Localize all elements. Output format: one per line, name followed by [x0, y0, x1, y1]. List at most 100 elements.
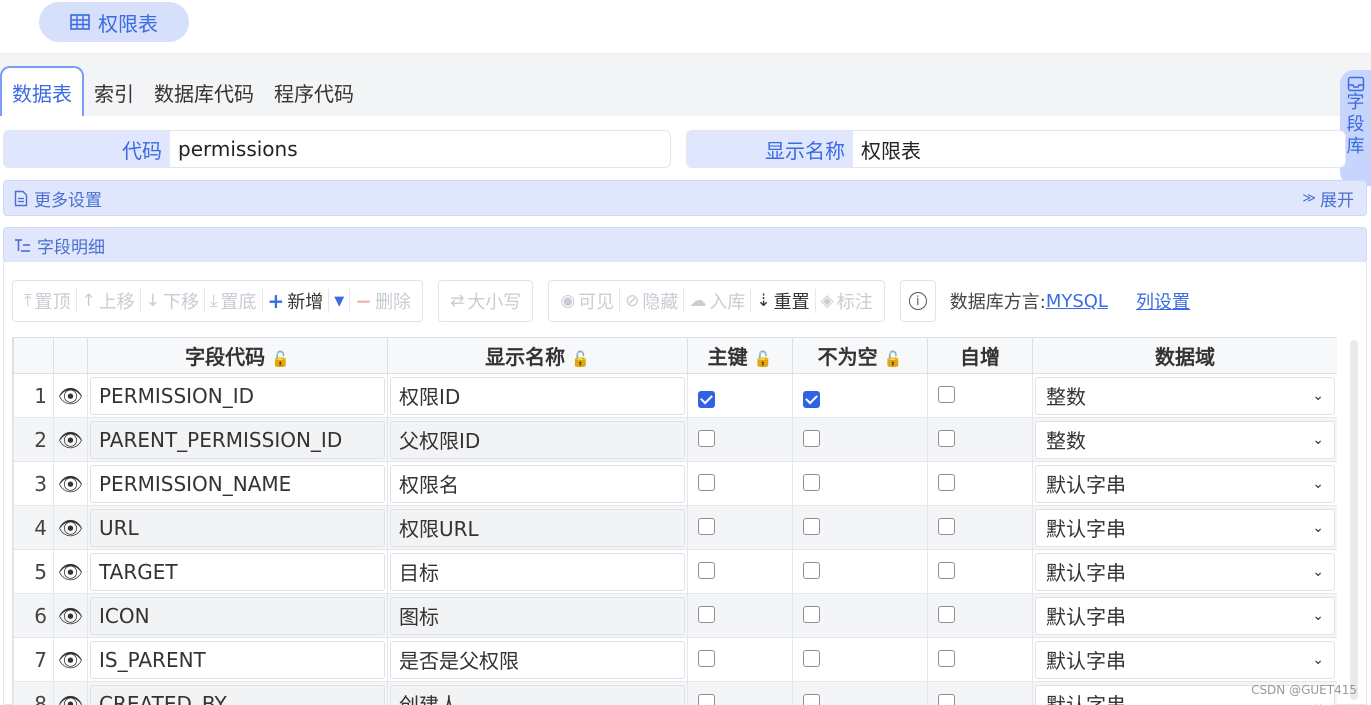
auto-checkbox[interactable]: [938, 473, 955, 491]
more-settings-bar[interactable]: 更多设置 ≫ 展开: [3, 180, 1367, 216]
notnull-checkbox[interactable]: [803, 429, 820, 447]
auto-checkbox[interactable]: [938, 517, 955, 535]
move-up-button[interactable]: ↑ 上移: [77, 289, 141, 313]
eye-icon[interactable]: 👁: [58, 472, 83, 496]
eye-icon[interactable]: 👁: [58, 384, 83, 408]
domain-select[interactable]: 整数 ⌄: [1035, 420, 1335, 459]
field-code-input[interactable]: PARENT_PERMISSION_ID: [90, 420, 385, 459]
eye-icon[interactable]: 👁: [58, 560, 83, 584]
domain-value: 默认字串: [1046, 649, 1126, 673]
notnull-checkbox[interactable]: [803, 605, 820, 623]
field-code-input[interactable]: URL: [90, 508, 385, 547]
unlock-icon[interactable]: 🔓: [884, 350, 903, 368]
pk-checkbox[interactable]: [698, 517, 715, 535]
domain-select[interactable]: 默认字串 ⌄: [1035, 508, 1335, 547]
field-name-input[interactable]: 图标: [390, 596, 685, 635]
table-tab[interactable]: 权限表: [39, 2, 189, 42]
display-name-input[interactable]: 权限表: [853, 131, 1345, 167]
auto-checkbox[interactable]: [938, 429, 955, 447]
domain-select[interactable]: 整数 ⌄: [1035, 376, 1335, 415]
header-code-label: 字段代码: [185, 345, 266, 369]
notnull-checkbox[interactable]: [803, 693, 820, 705]
field-library-tab[interactable]: 字 段 库: [1340, 70, 1371, 186]
field-code-input[interactable]: IS_PARENT: [90, 640, 385, 679]
notnull-checkbox[interactable]: [803, 390, 820, 408]
dialect-link[interactable]: MYSQL: [1046, 291, 1108, 312]
field-code-input[interactable]: TARGET: [90, 552, 385, 591]
table-row[interactable]: 1 👁 PERMISSION_ID 权限ID 整数 ⌄: [13, 373, 1337, 418]
table-row[interactable]: 8 👁 CREATED_BY 创建人 默认字串 ⌄: [13, 681, 1337, 705]
table-row[interactable]: 2 👁 PARENT_PERMISSION_ID 父权限ID 整数 ⌄: [13, 417, 1337, 462]
pk-checkbox[interactable]: [698, 649, 715, 667]
eye-icon[interactable]: 👁: [58, 516, 83, 540]
tab-db-code[interactable]: 数据库代码: [144, 68, 264, 116]
pk-checkbox[interactable]: [698, 561, 715, 579]
notnull-checkbox[interactable]: [803, 517, 820, 535]
pk-checkbox[interactable]: [698, 473, 715, 491]
notnull-checkbox[interactable]: [803, 561, 820, 579]
mark-button[interactable]: ◈ 标注: [816, 289, 878, 313]
vertical-scrollbar[interactable]: [1350, 340, 1358, 700]
pk-checkbox[interactable]: [698, 605, 715, 623]
add-button[interactable]: + 新增: [263, 289, 330, 313]
field-name-input[interactable]: 权限URL: [390, 508, 685, 547]
move-down-button[interactable]: ↓ 下移: [141, 289, 206, 313]
auto-checkbox[interactable]: [938, 605, 955, 623]
domain-select[interactable]: 默认字串 ⌄: [1035, 464, 1335, 503]
tab-program-code[interactable]: 程序代码: [264, 68, 364, 116]
eye-icon[interactable]: 👁: [58, 604, 83, 628]
eye-icon[interactable]: 👁: [58, 648, 83, 672]
domain-select[interactable]: 默认字串 ⌄: [1035, 640, 1335, 679]
auto-checkbox[interactable]: [938, 561, 955, 579]
case-button[interactable]: ⇄ 大小写: [445, 289, 526, 313]
notnull-cell: [792, 505, 928, 550]
notnull-checkbox[interactable]: [803, 473, 820, 491]
info-button[interactable]: i: [899, 280, 936, 322]
auto-checkbox[interactable]: [938, 385, 955, 403]
add-dropdown-button[interactable]: ▼: [329, 289, 351, 313]
store-button[interactable]: ☁ 入库: [684, 289, 752, 313]
table-row[interactable]: 6 👁 ICON 图标 默认字串 ⌄: [13, 593, 1337, 638]
field-name-input[interactable]: 权限ID: [390, 376, 685, 415]
auto-checkbox[interactable]: [938, 649, 955, 667]
field-code-input[interactable]: ICON: [90, 596, 385, 635]
pk-checkbox[interactable]: [698, 693, 715, 705]
unlock-icon[interactable]: 🔓: [754, 350, 773, 368]
move-top-button[interactable]: ⤒ 置顶: [19, 289, 77, 313]
display-name-field: 显示名称 权限表: [686, 130, 1346, 168]
field-name-input[interactable]: 父权限ID: [390, 420, 685, 459]
field-name-input[interactable]: 权限名: [390, 464, 685, 503]
notnull-checkbox[interactable]: [803, 649, 820, 667]
domain-select[interactable]: 默认字串 ⌄: [1035, 596, 1335, 635]
chevron-down-icon: ⌄: [1312, 607, 1324, 624]
field-code-input[interactable]: PERMISSION_ID: [90, 376, 385, 415]
hide-button[interactable]: ⊘ 隐藏: [620, 289, 685, 313]
table-row[interactable]: 7 👁 IS_PARENT 是否是父权限 默认字串 ⌄: [13, 637, 1337, 682]
reset-button[interactable]: ⇣ 重置: [751, 289, 816, 313]
move-bottom-button[interactable]: ⤓ 置底: [205, 289, 263, 313]
field-code-input[interactable]: PERMISSION_NAME: [90, 464, 385, 503]
visible-button[interactable]: ◉ 可见: [555, 289, 621, 313]
field-name-input[interactable]: 是否是父权限: [390, 640, 685, 679]
table-row[interactable]: 5 👁 TARGET 目标 默认字串 ⌄: [13, 549, 1337, 594]
tab-data-table[interactable]: 数据表: [0, 66, 84, 116]
row-eye-cell: 👁: [53, 549, 88, 594]
expand-button[interactable]: ≫ 展开: [1302, 186, 1354, 211]
unlock-icon[interactable]: 🔓: [271, 350, 290, 368]
table-row[interactable]: 3 👁 PERMISSION_NAME 权限名 默认字串 ⌄: [13, 461, 1337, 506]
field-code-input[interactable]: CREATED_BY: [90, 684, 385, 705]
pk-checkbox[interactable]: [698, 390, 715, 408]
code-input[interactable]: permissions: [170, 131, 670, 167]
eye-icon[interactable]: 👁: [58, 428, 83, 452]
tab-index[interactable]: 索引: [84, 68, 144, 116]
field-name-input[interactable]: 目标: [390, 552, 685, 591]
column-settings-link[interactable]: 列设置: [1136, 288, 1190, 314]
auto-checkbox[interactable]: [938, 693, 955, 705]
unlock-icon[interactable]: 🔓: [571, 350, 590, 368]
delete-button[interactable]: − 删除: [350, 289, 416, 313]
pk-checkbox[interactable]: [698, 429, 715, 447]
domain-select[interactable]: 默认字串 ⌄: [1035, 552, 1335, 591]
eye-icon[interactable]: 👁: [58, 692, 83, 705]
table-row[interactable]: 4 👁 URL 权限URL 默认字串 ⌄: [13, 505, 1337, 550]
field-name-input[interactable]: 创建人: [390, 684, 685, 705]
